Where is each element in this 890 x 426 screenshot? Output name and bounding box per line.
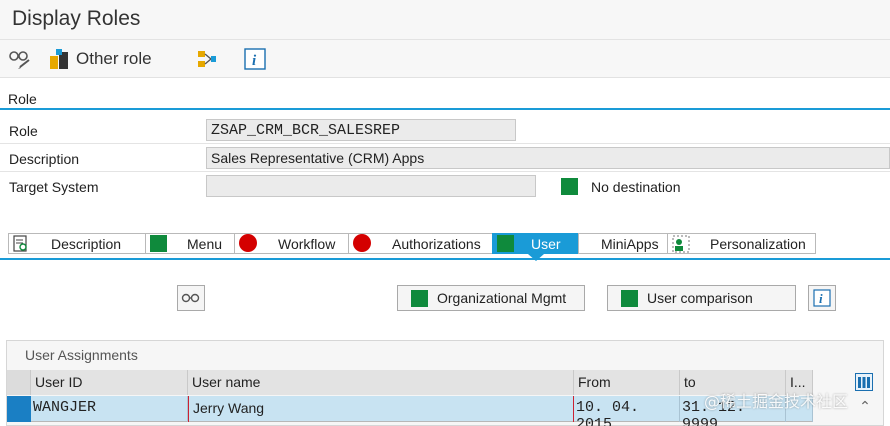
section-header: Role bbox=[0, 88, 890, 110]
info-button-2[interactable]: i bbox=[808, 285, 836, 311]
role-row: Role ZSAP_CRM_BCR_SALESREP bbox=[0, 116, 890, 144]
description-field[interactable]: Sales Representative (CRM) Apps bbox=[206, 147, 890, 169]
role-label: Role bbox=[9, 123, 38, 139]
user-comparison-button[interactable]: User comparison bbox=[607, 285, 796, 311]
tab-menu[interactable]: Menu bbox=[145, 233, 234, 254]
tab-description[interactable]: Description bbox=[8, 233, 145, 254]
description-icon bbox=[13, 235, 27, 252]
info-icon: i bbox=[244, 48, 266, 70]
glasses-pencil-icon bbox=[9, 51, 30, 69]
user-comparison-label: User comparison bbox=[647, 290, 753, 306]
organizational-mgmt-label: Organizational Mgmt bbox=[437, 290, 567, 306]
hierarchy-icon bbox=[198, 51, 216, 67]
hierarchy-button[interactable] bbox=[196, 46, 218, 72]
green-status-icon bbox=[561, 178, 578, 195]
red-status-icon bbox=[239, 234, 257, 252]
watermark: @稀土掘金技术社区 bbox=[704, 392, 849, 411]
target-system-label: Target System bbox=[9, 179, 99, 195]
cell-user-name[interactable]: Jerry Wang bbox=[188, 396, 574, 422]
green-status-icon bbox=[621, 289, 638, 307]
other-role-icon bbox=[50, 49, 68, 69]
row-selector-header[interactable] bbox=[7, 370, 31, 395]
description-row: Description Sales Representative (CRM) A… bbox=[0, 144, 890, 172]
tab-user[interactable]: User bbox=[492, 233, 578, 254]
info-icon: i bbox=[813, 289, 831, 307]
tab-label: Personalization bbox=[710, 236, 806, 252]
active-tab-caret bbox=[528, 254, 544, 261]
description-label: Description bbox=[9, 151, 80, 167]
column-header-user-id[interactable]: User ID bbox=[31, 370, 188, 395]
cell-from[interactable]: 10. 04. 2015 bbox=[574, 396, 680, 426]
tab-authorizations[interactable]: Authorizations bbox=[348, 233, 492, 254]
display-change-button[interactable] bbox=[8, 46, 32, 72]
other-role-button[interactable]: Other role bbox=[48, 46, 152, 72]
tab-strip: Description Menu Workflow Authorizations… bbox=[8, 233, 816, 254]
green-status-icon bbox=[150, 235, 167, 252]
tab-label: MiniApps bbox=[601, 236, 659, 252]
user-assignments-title: User Assignments bbox=[25, 347, 138, 363]
tab-workflow[interactable]: Workflow bbox=[234, 233, 348, 254]
column-header-user-name[interactable]: User name bbox=[188, 370, 574, 395]
tab-label: Description bbox=[51, 236, 122, 252]
green-status-icon bbox=[497, 235, 514, 252]
tab-personalization[interactable]: Personalization bbox=[667, 233, 816, 254]
tab-miniapps[interactable]: MiniApps bbox=[578, 233, 667, 254]
tab-label: Workflow bbox=[278, 236, 336, 252]
other-role-label: Other role bbox=[76, 49, 152, 68]
window-title: Display Roles bbox=[12, 7, 141, 30]
cell-user-id[interactable]: WANGJER bbox=[31, 396, 188, 422]
row-selector[interactable] bbox=[7, 396, 31, 422]
target-system-row: Target System No destination bbox=[0, 172, 890, 200]
destination-status: No destination bbox=[591, 179, 681, 195]
toolbar: Other role i bbox=[0, 40, 890, 78]
personalization-icon bbox=[672, 235, 690, 253]
column-header-from[interactable]: From bbox=[574, 370, 680, 395]
glasses-icon bbox=[181, 293, 200, 303]
display-users-button[interactable] bbox=[177, 285, 205, 311]
role-field[interactable]: ZSAP_CRM_BCR_SALESREP bbox=[206, 119, 516, 141]
tab-label: User bbox=[531, 236, 561, 252]
tab-label: Menu bbox=[187, 236, 223, 252]
table-row[interactable]: WANGJER Jerry Wang 10. 04. 2015 31. 12. … bbox=[31, 396, 813, 426]
table-settings-icon[interactable] bbox=[855, 373, 873, 391]
svg-text:i: i bbox=[819, 291, 823, 306]
tab-label: Authorizations bbox=[392, 236, 481, 252]
scroll-up-icon[interactable]: ⌃ bbox=[855, 398, 875, 418]
title-bar: Display Roles bbox=[0, 0, 890, 40]
green-status-icon bbox=[411, 289, 428, 307]
section-label: Role bbox=[8, 91, 37, 107]
red-status-icon bbox=[353, 234, 371, 252]
tab-underline bbox=[0, 258, 890, 260]
target-system-field[interactable] bbox=[206, 175, 536, 197]
info-button[interactable]: i bbox=[244, 46, 266, 72]
organizational-mgmt-button[interactable]: Organizational Mgmt bbox=[397, 285, 585, 311]
